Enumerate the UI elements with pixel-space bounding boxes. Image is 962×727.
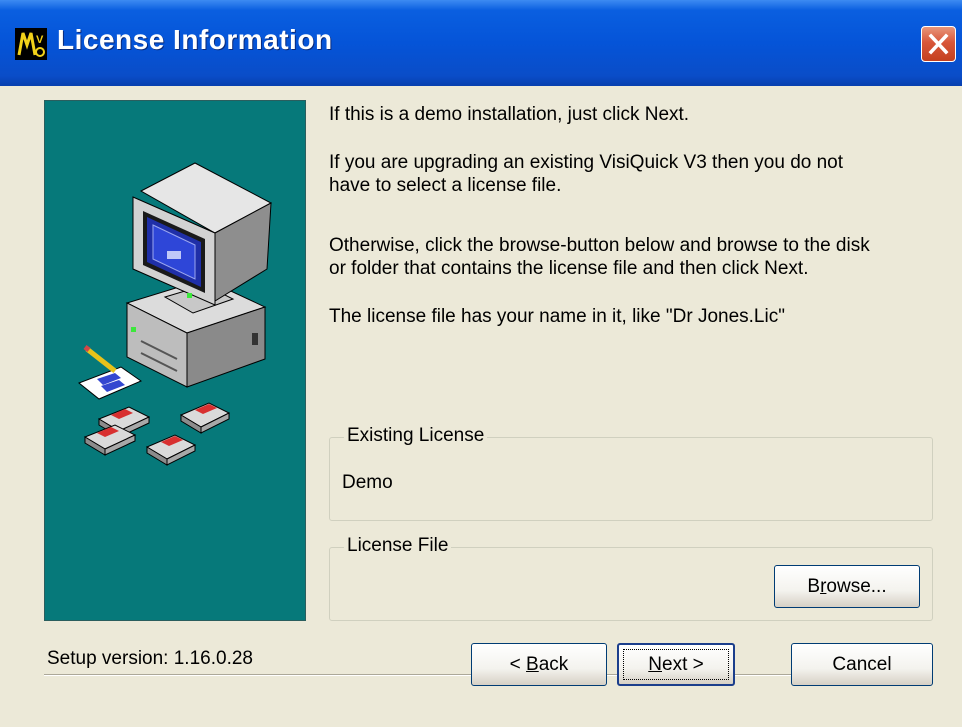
- setup-version-text: Setup version: 1.16.0.28: [47, 648, 253, 669]
- setup-illustration: [44, 100, 306, 621]
- existing-license-group: Existing License Demo: [329, 425, 933, 521]
- existing-license-legend: Existing License: [344, 425, 488, 447]
- app-icon: V: [15, 28, 47, 60]
- back-button[interactable]: < Back: [471, 643, 607, 686]
- title-bar[interactable]: V License Information: [0, 0, 962, 86]
- browse-instruction-line-2: or folder that contains the license file…: [329, 258, 809, 279]
- close-icon: [928, 33, 949, 55]
- existing-license-value: Demo: [342, 472, 393, 493]
- upgrade-instruction-line-1: If you are upgrading an existing VisiQui…: [329, 152, 844, 173]
- demo-instruction-text: If this is a demo installation, just cli…: [329, 104, 690, 125]
- browse-button[interactable]: Browse...: [774, 565, 920, 608]
- license-file-legend: License File: [344, 535, 452, 557]
- window-title: License Information: [57, 24, 333, 55]
- license-name-hint: The license file has your name in it, li…: [329, 306, 785, 327]
- svg-text:V: V: [36, 34, 44, 46]
- next-button[interactable]: Next >: [617, 643, 735, 686]
- computer-illustration-icon: [78, 162, 273, 466]
- upgrade-instruction-line-2: have to select a license file.: [329, 175, 562, 196]
- browse-instruction-line-1: Otherwise, click the browse-button below…: [329, 235, 870, 256]
- close-button[interactable]: [921, 26, 956, 62]
- license-file-group: License File Browse...: [329, 535, 933, 621]
- cancel-button[interactable]: Cancel: [791, 643, 933, 686]
